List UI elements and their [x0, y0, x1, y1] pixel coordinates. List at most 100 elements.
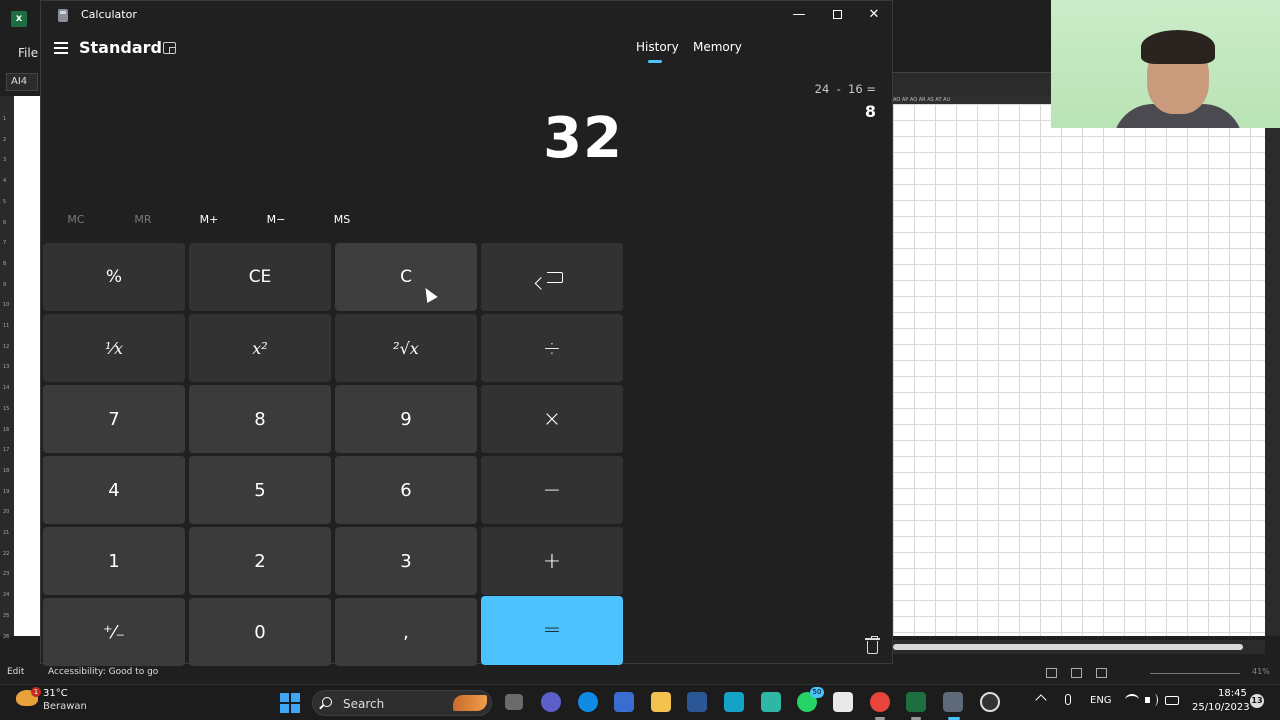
clear-entry-button[interactable]: CE — [189, 243, 331, 311]
clock-time[interactable]: 18:45 — [1218, 688, 1247, 699]
battery-icon[interactable] — [1165, 696, 1179, 705]
memory-add-button[interactable]: M+ — [189, 213, 229, 226]
maximize-button[interactable] — [819, 5, 855, 25]
excel-row-number[interactable]: 21 — [3, 530, 9, 536]
excel-row-number[interactable]: 14 — [3, 385, 9, 391]
microphone-icon[interactable] — [1065, 694, 1071, 705]
minus-button[interactable]: − — [481, 456, 623, 524]
backspace-button[interactable] — [481, 243, 623, 311]
zoom-level[interactable]: 41% — [1252, 667, 1270, 676]
excel-vertical-scrollbar[interactable] — [1265, 96, 1280, 636]
excel-row-number[interactable]: 19 — [3, 489, 9, 495]
task-view-icon[interactable] — [505, 694, 523, 710]
digit-0-button[interactable]: 0 — [189, 598, 331, 666]
excel-row-number[interactable]: 9 — [3, 282, 6, 288]
excel-horizontal-scrollbar[interactable] — [893, 640, 1265, 654]
weather-condition[interactable]: Berawan — [43, 701, 87, 712]
excel-row-number[interactable]: 13 — [3, 364, 9, 370]
equals-button[interactable]: = — [481, 596, 623, 665]
excel-row-number[interactable]: 4 — [3, 178, 6, 184]
excel-row-number[interactable]: 25 — [3, 613, 9, 619]
excel-icon[interactable] — [906, 692, 926, 712]
excel-row-number[interactable]: 8 — [3, 261, 6, 267]
zoom-slider[interactable] — [1150, 673, 1240, 674]
digit-5-button[interactable]: 5 — [189, 456, 331, 524]
edge-browser-icon[interactable] — [578, 692, 598, 712]
volume-icon[interactable] — [1145, 694, 1159, 706]
excel-row-number[interactable]: 22 — [3, 551, 9, 557]
excel-row-number[interactable]: 17 — [3, 447, 9, 453]
normal-view-icon[interactable] — [1046, 668, 1057, 678]
memory-clear-button[interactable]: MC — [56, 213, 96, 226]
excel-row-number[interactable]: 24 — [3, 592, 9, 598]
teams-chat-icon[interactable] — [541, 692, 561, 712]
memory-store-button[interactable]: MS — [322, 213, 362, 226]
clear-button[interactable]: C — [335, 243, 477, 311]
excel-row-number[interactable]: 10 — [3, 302, 9, 308]
digit-9-button[interactable]: 9 — [335, 385, 477, 453]
l-app-icon[interactable] — [724, 692, 744, 712]
negate-button[interactable]: ⁺⁄₋ — [43, 598, 185, 666]
excel-cell-grid[interactable] — [893, 104, 1265, 636]
file-explorer-icon[interactable] — [651, 692, 671, 712]
history-expression[interactable]: 24 - 16 = — [815, 82, 876, 96]
taskbar-search-box[interactable]: Search — [312, 690, 492, 716]
excel-row-number[interactable]: 3 — [3, 157, 6, 163]
plus-button[interactable]: + — [481, 527, 623, 595]
notification-count-badge[interactable]: 13 — [1250, 694, 1264, 708]
excel-row-number[interactable]: 7 — [3, 240, 6, 246]
digit-7-button[interactable]: 7 — [43, 385, 185, 453]
recorder-icon[interactable] — [980, 692, 1000, 712]
square-button[interactable]: x² — [189, 314, 331, 382]
reciprocal-button[interactable]: ¹⁄x — [43, 314, 185, 382]
percent-button[interactable]: % — [43, 243, 185, 311]
clock-date[interactable]: 25/10/2023 — [1192, 702, 1250, 713]
page-layout-view-icon[interactable] — [1071, 668, 1082, 678]
excel-scroll-thumb[interactable] — [893, 644, 1243, 650]
word-icon[interactable] — [687, 692, 707, 712]
navigation-menu-button[interactable] — [54, 42, 68, 54]
page-break-view-icon[interactable] — [1096, 668, 1107, 678]
digit-1-button[interactable]: 1 — [43, 527, 185, 595]
excel-row-number[interactable]: 20 — [3, 509, 9, 515]
notepad-icon[interactable] — [761, 692, 781, 712]
calculator-taskbar-icon[interactable] — [943, 692, 963, 712]
decimal-button[interactable]: , — [335, 598, 477, 666]
excel-row-number[interactable]: 23 — [3, 571, 9, 577]
close-button[interactable]: ✕ — [856, 5, 892, 25]
excel-row-number[interactable]: 1 — [3, 116, 6, 122]
memory-recall-button[interactable]: MR — [123, 213, 163, 226]
start-menu-icon[interactable] — [280, 693, 300, 713]
digit-3-button[interactable]: 3 — [335, 527, 477, 595]
minimize-button[interactable]: — — [781, 5, 817, 25]
excel-file-menu[interactable]: File — [18, 46, 38, 60]
show-hidden-icons-chevron-icon[interactable] — [1035, 694, 1047, 706]
excel-name-box[interactable]: AI4 — [6, 73, 38, 91]
memory-subtract-button[interactable]: M− — [256, 213, 296, 226]
excel-row-number[interactable]: 16 — [3, 427, 9, 433]
digit-6-button[interactable]: 6 — [335, 456, 477, 524]
tab-history[interactable]: History — [636, 40, 679, 54]
wifi-icon[interactable] — [1125, 694, 1139, 706]
history-result[interactable]: 8 — [865, 102, 876, 121]
chrome-icon[interactable] — [870, 692, 890, 712]
multiply-button[interactable]: × — [481, 385, 623, 453]
excel-row-number[interactable]: 2 — [3, 137, 6, 143]
excel-row-number[interactable]: 5 — [3, 199, 6, 205]
excel-row-number[interactable]: 12 — [3, 344, 9, 350]
excel-row-number[interactable]: 18 — [3, 468, 9, 474]
microsoft-store-icon[interactable] — [614, 692, 634, 712]
excel-row-number[interactable]: 6 — [3, 220, 6, 226]
tab-memory[interactable]: Memory — [693, 40, 742, 54]
title-bar[interactable]: Calculator — ✕ — [41, 1, 894, 29]
weather-temperature[interactable]: 31°C — [43, 688, 68, 699]
excel-row-number[interactable]: 11 — [3, 323, 9, 329]
divide-button[interactable]: ÷ — [481, 314, 623, 382]
excel-row-number[interactable]: 26 — [3, 634, 9, 640]
digit-2-button[interactable]: 2 — [189, 527, 331, 595]
digit-8-button[interactable]: 8 — [189, 385, 331, 453]
square-root-button[interactable]: ²√x — [335, 314, 477, 382]
snipping-tool-icon[interactable] — [833, 692, 853, 712]
excel-visible-cells-left[interactable] — [14, 96, 40, 636]
status-accessibility[interactable]: Accessibility: Good to go — [48, 667, 158, 677]
